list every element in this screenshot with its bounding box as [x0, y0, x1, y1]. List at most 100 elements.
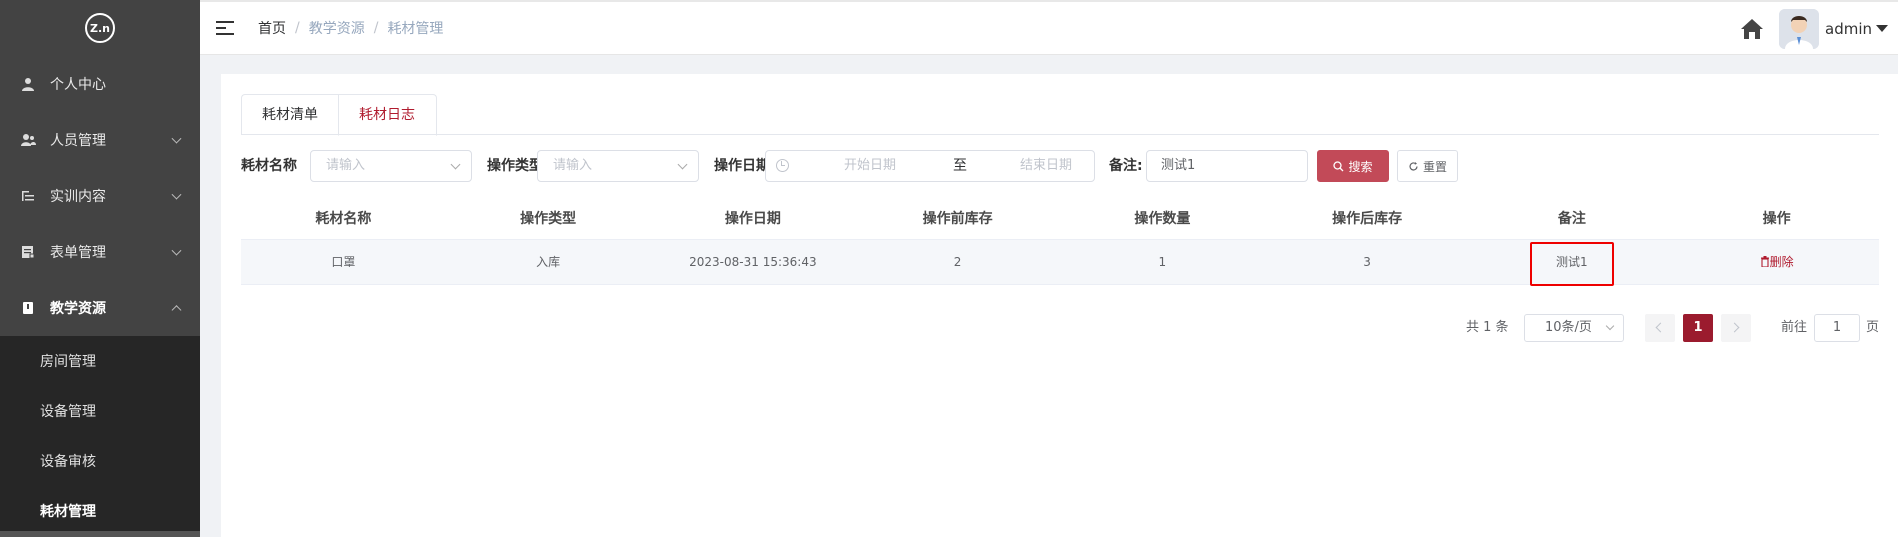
sidebar-item-label: 实训内容	[50, 189, 106, 205]
column-header: 操作	[1762, 211, 1791, 227]
type-select-placeholder: 请输入	[553, 158, 593, 173]
username[interactable]: admin	[1825, 20, 1872, 38]
avatar[interactable]	[1779, 8, 1819, 49]
search-button[interactable]: 搜索	[1317, 150, 1389, 182]
goto-page-input[interactable]: 1	[1814, 314, 1860, 342]
remark-input[interactable]: 测试1	[1146, 150, 1308, 182]
column-header: 备注	[1557, 211, 1586, 227]
date-range-picker[interactable]: 开始日期 至 结束日期	[765, 150, 1095, 182]
breadcrumb-home[interactable]: 首页	[258, 18, 286, 38]
end-date-placeholder: 结束日期	[1020, 158, 1073, 173]
delete-button[interactable]: 删除	[1760, 255, 1794, 269]
sidebar-item-staff[interactable]: 人员管理	[0, 112, 200, 168]
page-number-current[interactable]: 1	[1683, 314, 1713, 342]
chevron-down-icon	[1605, 321, 1615, 331]
chevron-down-icon	[677, 159, 688, 170]
cell-date: 2023-08-31 15:36:43	[689, 255, 817, 269]
column-header: 操作日期	[724, 211, 781, 227]
column-header: 操作前库存	[922, 211, 993, 227]
main-card: 耗材清单 耗材日志 耗材名称 请输入 操作类型 请输入 操作日期 开始日期 至 …	[221, 74, 1898, 537]
column-header: 操作数量	[1134, 211, 1191, 227]
logo-mark: Z.n	[85, 13, 115, 43]
filter-bar: 耗材名称 请输入 操作类型 请输入 操作日期 开始日期 至 结束日期 备注: 测…	[241, 150, 1881, 182]
sidebar-item-forms[interactable]: 表单管理	[0, 224, 200, 280]
highlight-box	[1529, 242, 1614, 286]
submenu-item-devices[interactable]: 设备管理	[0, 386, 200, 436]
chevron-down-icon	[450, 159, 461, 170]
page-size-select[interactable]: 10条/页	[1524, 314, 1624, 342]
clock-icon	[776, 159, 789, 172]
cell-before: 2	[953, 255, 962, 269]
user-icon	[20, 76, 36, 92]
form-icon	[20, 244, 36, 260]
chevron-up-icon	[171, 305, 182, 316]
cell-name: 口罩	[331, 255, 356, 269]
cell-type: 入库	[536, 255, 561, 269]
filter-remark-label: 备注:	[1109, 158, 1143, 174]
sidebar-item-personal-center[interactable]: 个人中心	[0, 56, 200, 112]
name-select[interactable]: 请输入	[310, 150, 472, 182]
chevron-down-icon	[171, 245, 182, 256]
sidebar-item-label: 个人中心	[50, 77, 106, 93]
tabs: 耗材清单 耗材日志	[241, 94, 1879, 136]
cell-remark: 测试1	[1470, 240, 1675, 286]
pagination-total: 共 1 条	[1466, 320, 1509, 335]
chevron-left-icon	[1655, 322, 1666, 333]
book-icon	[20, 300, 36, 316]
refresh-icon	[1409, 161, 1418, 170]
sidebar-item-label: 人员管理	[50, 133, 106, 149]
reset-button-label: 重置	[1422, 159, 1447, 174]
reset-button[interactable]: 重置	[1397, 150, 1458, 182]
sidebar-item-label: 表单管理	[50, 245, 106, 261]
breadcrumb-separator: /	[295, 20, 300, 36]
menu-toggle-icon[interactable]	[216, 21, 234, 35]
breadcrumb-separator: /	[373, 20, 379, 36]
column-header: 耗材名称	[315, 211, 372, 227]
sidebar: Z.n 个人中心 人员管理 实训内容 表单管理 教学资源 房间管理 设备管理 设…	[0, 0, 200, 537]
start-date-placeholder: 开始日期	[844, 158, 897, 173]
delete-label: 删除	[1769, 255, 1794, 269]
goto-suffix: 页	[1866, 320, 1880, 335]
goto-prefix: 前往	[1781, 320, 1808, 335]
sidebar-item-training[interactable]: 实训内容	[0, 168, 200, 224]
submenu: 房间管理 设备管理 设备审核 耗材管理	[0, 336, 200, 536]
cell-action: 删除	[1674, 240, 1879, 284]
next-page-button[interactable]	[1721, 314, 1751, 342]
sidebar-item-teaching-resources[interactable]: 教学资源	[0, 280, 200, 336]
filter-type-label: 操作类型	[487, 158, 543, 174]
breadcrumb-item: 耗材管理	[387, 21, 444, 37]
cell-quantity: 1	[1158, 255, 1167, 269]
submenu-item-device-review[interactable]: 设备审核	[0, 436, 200, 486]
submenu-item-rooms[interactable]: 房间管理	[0, 336, 200, 386]
prev-page-button[interactable]	[1645, 314, 1675, 342]
sidebar-item-label: 教学资源	[50, 301, 106, 317]
search-icon	[1333, 160, 1344, 171]
name-select-placeholder: 请输入	[326, 158, 366, 173]
header: 首页 / 教学资源 / 耗材管理 admin	[200, 0, 1898, 55]
header-right: admin	[1739, 2, 1888, 55]
breadcrumb-item: 教学资源	[308, 21, 365, 37]
caret-down-icon[interactable]	[1876, 25, 1888, 32]
page-size-value: 10条/页	[1545, 320, 1592, 335]
filter-name-label: 耗材名称	[241, 158, 297, 174]
logo: Z.n	[0, 0, 200, 56]
breadcrumb: 首页 / 教学资源 / 耗材管理	[258, 18, 443, 38]
log-table: 耗材名称 操作类型 操作日期 操作前库存 操作数量 操作后库存 备注 操作 口罩…	[241, 199, 1879, 286]
table-header: 耗材名称 操作类型 操作日期 操作前库存 操作数量 操作后库存 备注 操作	[241, 199, 1879, 239]
table-row: 口罩 入库 2023-08-31 15:36:43 2 1 3 测试1 删除	[241, 239, 1879, 286]
chevron-down-icon	[171, 189, 182, 200]
filter-date-label: 操作日期	[714, 158, 770, 174]
column-header: 操作后库存	[1332, 211, 1403, 227]
type-select[interactable]: 请输入	[537, 150, 699, 182]
submenu-item-consumables[interactable]: 耗材管理	[0, 486, 200, 536]
tab-consumables-log[interactable]: 耗材日志	[338, 94, 437, 136]
tab-consumables-list[interactable]: 耗材清单	[241, 94, 338, 135]
cell-after: 3	[1363, 255, 1371, 269]
chevron-right-icon	[1729, 322, 1740, 333]
trash-icon	[1760, 256, 1769, 268]
search-button-label: 搜索	[1348, 159, 1373, 174]
home-icon[interactable]	[1739, 16, 1765, 42]
users-icon	[20, 132, 36, 148]
chevron-down-icon	[171, 133, 182, 144]
sidebar-scrollbar[interactable]	[0, 531, 200, 537]
